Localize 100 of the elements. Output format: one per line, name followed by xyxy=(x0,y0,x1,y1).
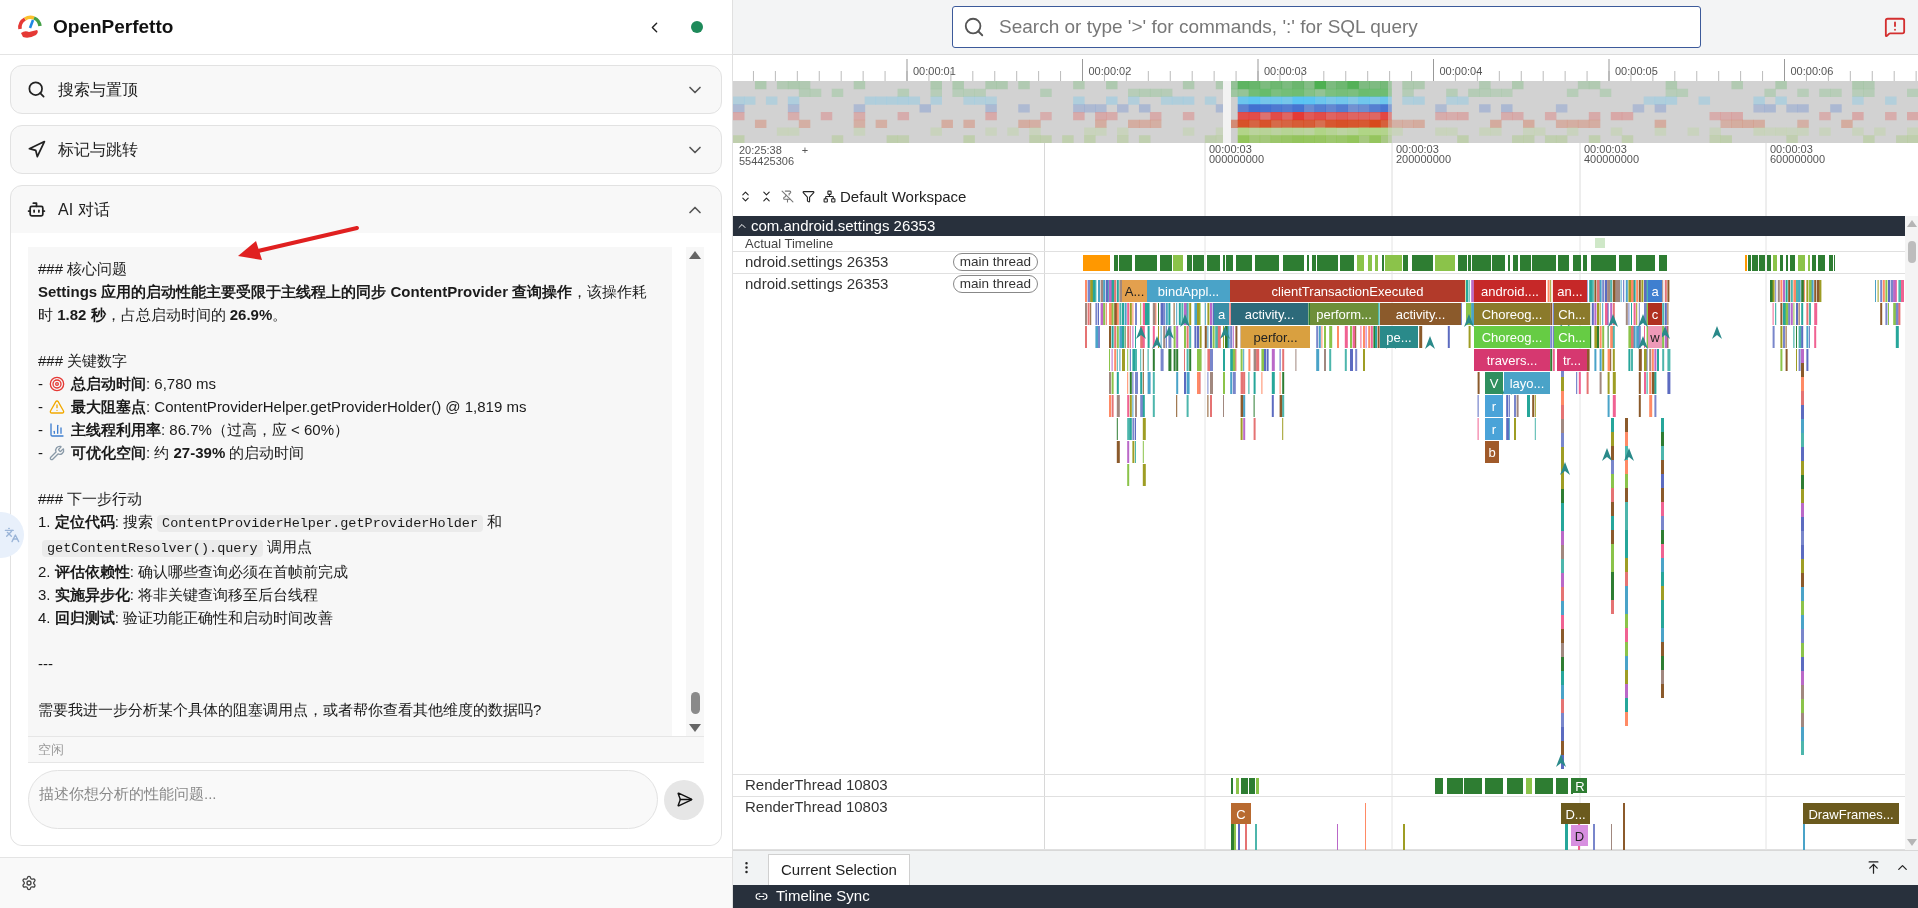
ruler-label: 00:00:01 xyxy=(913,65,956,77)
flow-arrow[interactable] xyxy=(1152,336,1162,349)
list-marker: - xyxy=(38,397,43,417)
trace-slice[interactable]: perfor... xyxy=(1241,326,1310,348)
trace-slice[interactable]: tr... xyxy=(1557,349,1587,371)
trace-slice[interactable]: layo... xyxy=(1504,372,1550,394)
message-input[interactable]: 描述你想分析的性能问题... xyxy=(28,770,658,829)
message-line: 最大阻塞点: ContentProviderHelper.getProviderHolder() @ 1,819 ms xyxy=(71,397,527,417)
track-name: ndroid.settings 26353 xyxy=(745,274,889,294)
accordion-header[interactable]: AI 对话 xyxy=(11,186,721,233)
alert-icon[interactable] xyxy=(1884,16,1906,38)
trace-slice[interactable]: a xyxy=(1214,303,1229,325)
flow-arrow[interactable] xyxy=(1560,462,1570,475)
time-tick-label: 00:00:03 000000000 xyxy=(1209,143,1265,165)
heatmap-cells[interactable] xyxy=(733,81,1918,143)
collapse-all-icon[interactable] xyxy=(760,190,773,204)
flow-arrow[interactable] xyxy=(1624,448,1634,461)
trace-slice[interactable]: Choreog... xyxy=(1474,303,1550,325)
track-name: ndroid.settings 26353 xyxy=(745,252,889,272)
maximize-panel-icon[interactable] xyxy=(1866,860,1881,875)
trace-slice[interactable]: bindAppl... xyxy=(1147,280,1230,302)
trace-slice[interactable]: travers... xyxy=(1474,349,1550,371)
time-tick-label: 00:00:03 200000000 xyxy=(1396,143,1452,165)
search-field[interactable]: Search or type '>' for commands, ':' for SQL query xyxy=(952,6,1701,48)
timestamp-label: 554425306 xyxy=(739,156,796,167)
flow-arrow[interactable] xyxy=(1164,326,1174,339)
scroll-bar[interactable] xyxy=(1905,216,1918,850)
message-line: 3. 实施异步化: 将非关键查询移至后台线程 xyxy=(38,585,320,605)
flow-arrow[interactable] xyxy=(1556,754,1566,767)
flow-arrow[interactable] xyxy=(1425,336,1435,349)
bar-chart-icon xyxy=(49,421,65,438)
trace-slice[interactable]: C xyxy=(1231,803,1251,824)
link-icon xyxy=(755,890,768,903)
filter-icon[interactable] xyxy=(802,190,815,204)
message-line: ### 下一步行动 xyxy=(38,489,144,509)
timestamp-label: + xyxy=(801,145,809,156)
trace-slice[interactable]: android.... xyxy=(1474,280,1546,302)
unpin-icon[interactable] xyxy=(781,190,794,204)
panel-tab[interactable]: Current Selection xyxy=(768,854,910,885)
selection-handle[interactable] xyxy=(1223,81,1231,143)
process-header[interactable]: com.android.settings 26353 xyxy=(733,216,1905,236)
trace-slice[interactable]: perform... xyxy=(1310,303,1378,325)
message-line: Settings 应用的启动性能主要受限于主线程上的同步 ContentProvider 查询操作，该操作耗时 1.82 秒，占总启动时间的 26.9%。 xyxy=(38,282,649,325)
navigation-arrow-icon xyxy=(27,140,46,159)
time-tick-label: 00:00:03 400000000 xyxy=(1584,143,1640,165)
flow-arrow[interactable] xyxy=(1608,314,1618,327)
trace-slice[interactable]: DrawFrames... xyxy=(1803,803,1899,824)
trace-slice[interactable]: an... xyxy=(1553,280,1587,302)
search-icon xyxy=(963,16,985,38)
message-line: ### 关键数字 xyxy=(38,351,129,371)
workspace-icon xyxy=(823,190,836,204)
message-line: --- xyxy=(38,654,54,674)
scroll-bar[interactable] xyxy=(686,247,704,736)
send-icon xyxy=(675,791,693,808)
expand-all-icon[interactable] xyxy=(739,190,752,204)
flow-arrow[interactable] xyxy=(1638,336,1648,349)
list-marker: - xyxy=(38,420,43,440)
flow-arrow[interactable] xyxy=(1638,314,1648,327)
trace-slice[interactable]: c xyxy=(1648,303,1662,325)
flow-arrow[interactable] xyxy=(1180,314,1190,327)
sync-label: Timeline Sync xyxy=(776,886,870,907)
accordion-header[interactable]: 标记与跳转 xyxy=(11,126,721,173)
ruler-label: 00:00:02 xyxy=(1088,65,1132,77)
trace-slice[interactable]: Ch... xyxy=(1554,303,1590,325)
trace-slice[interactable]: b xyxy=(1485,441,1499,463)
track-name: RenderThread 10803 xyxy=(745,797,888,817)
flow-arrow[interactable] xyxy=(1136,326,1146,339)
settings-icon[interactable] xyxy=(21,875,37,891)
list-marker: - xyxy=(38,443,43,463)
track-name: Actual Timeline xyxy=(745,236,834,251)
trace-slice[interactable]: A... xyxy=(1122,280,1147,302)
flow-arrow[interactable] xyxy=(1602,448,1612,461)
app-title: OpenPerfetto xyxy=(53,14,174,39)
flow-arrow[interactable] xyxy=(1220,326,1230,339)
accordion-header[interactable]: 搜索与置顶 xyxy=(11,66,721,113)
wrench-icon xyxy=(49,444,65,461)
message-line: 1. 定位代码: 搜索 ContentProviderHelper.getProviderHolder 和 getContentResolver().query 调用点 xyxy=(38,512,503,559)
trace-slice[interactable]: a xyxy=(1648,280,1662,302)
ruler-label: 00:00:04 xyxy=(1439,65,1483,77)
message-line: 可优化空间: 约 27-39% 的启动时间 xyxy=(71,443,305,463)
trace-slice[interactable]: activity... xyxy=(1380,303,1461,325)
status-text: 空闲 xyxy=(38,740,64,759)
trace-slice[interactable]: R xyxy=(1573,778,1587,794)
target-icon xyxy=(49,375,65,392)
send-button[interactable] xyxy=(664,779,704,820)
flow-arrow[interactable] xyxy=(1712,326,1722,339)
workspace-button[interactable]: Default Workspace xyxy=(823,185,967,208)
flow-arrow[interactable] xyxy=(1660,326,1670,339)
trace-slice[interactable]: D xyxy=(1571,825,1588,846)
timeline-marker xyxy=(1595,238,1605,248)
flow-arrow[interactable] xyxy=(1464,314,1474,327)
trace-slice[interactable]: V xyxy=(1485,372,1503,394)
trace-slice[interactable]: w xyxy=(1648,326,1662,348)
trace-slice[interactable]: activity... xyxy=(1231,303,1308,325)
message-line: 2. 评估依赖性: 确认哪些查询必须在首帧前完成 xyxy=(38,562,350,582)
trace-slice[interactable]: D... xyxy=(1561,803,1590,824)
search-icon xyxy=(27,80,46,99)
trace-slice[interactable]: pe... xyxy=(1380,326,1418,348)
app-logo xyxy=(17,14,43,40)
trace-slice[interactable]: clientTransactionExecuted xyxy=(1230,280,1465,302)
